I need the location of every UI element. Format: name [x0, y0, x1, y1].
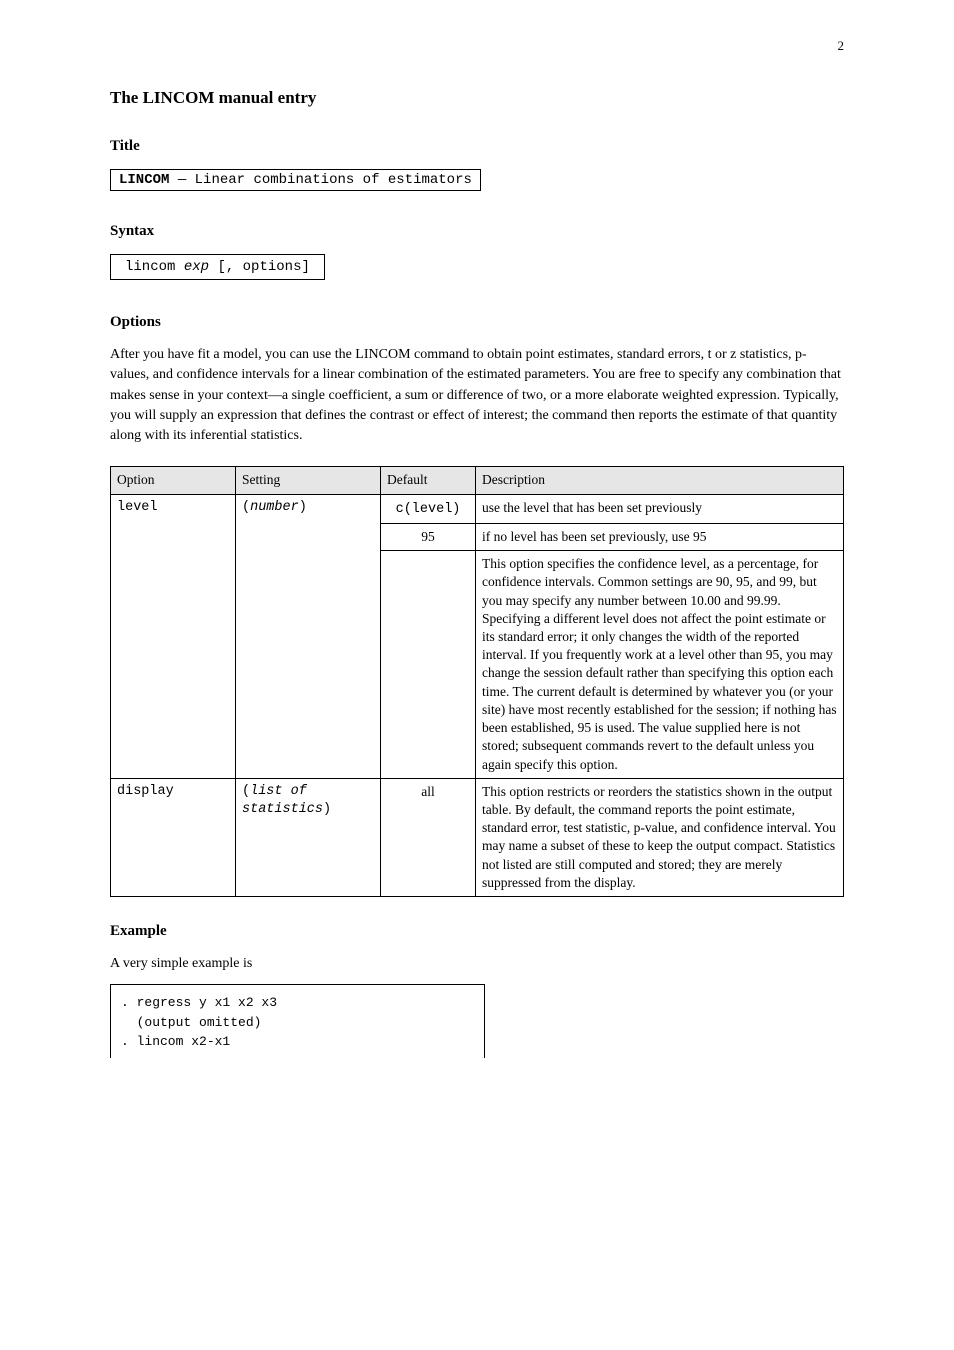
th-descr: Description — [476, 467, 844, 494]
cell-default — [381, 551, 476, 779]
title-box: LINCOM — Linear combinations of estimato… — [110, 169, 481, 191]
cell-descr: This option restricts or reorders the st… — [476, 778, 844, 896]
syntax-arg: exp — [184, 259, 209, 275]
syntax-opts: [, options] — [217, 259, 309, 275]
title-dash: — — [169, 172, 194, 188]
options-label: Options — [110, 314, 844, 331]
syntax-box: lincom exp [, options] — [110, 254, 325, 280]
cell-descr: if no level has been set previously, use… — [476, 523, 844, 550]
example-code-box: . regress y x1 x2 x3 (output omitted) . … — [110, 984, 485, 1058]
cell-descr: This option specifies the confidence lev… — [476, 551, 844, 779]
cell-default: all — [381, 778, 476, 896]
cell-descr: use the level that has been set previous… — [476, 494, 844, 523]
cell-default: c(level) — [381, 494, 476, 523]
th-default: Default — [381, 467, 476, 494]
title-label: Title — [110, 138, 844, 155]
table-header-row: Option Setting Default Description — [111, 467, 844, 494]
title-rest: Linear combinations of estimators — [195, 172, 472, 188]
table-row: level (number) c(level) use the level th… — [111, 494, 844, 523]
syntax-cmd: lincom — [125, 259, 175, 275]
example-intro: A very simple example is — [110, 954, 844, 974]
cell-setting: (list of statistics) — [236, 778, 381, 896]
cell-setting: (number) — [236, 494, 381, 778]
table-row: display (list of statistics) all This op… — [111, 778, 844, 896]
cell-option: level — [111, 494, 236, 778]
cell-option: display — [111, 778, 236, 896]
options-table: Option Setting Default Description level… — [110, 466, 844, 897]
section-heading: The LINCOM manual entry — [110, 88, 844, 108]
title-cmd: LINCOM — [119, 172, 169, 188]
intro-paragraph: After you have fit a model, you can use … — [110, 345, 844, 446]
page-number: 2 — [838, 38, 845, 54]
cell-default: 95 — [381, 523, 476, 550]
example-label: Example — [110, 923, 844, 940]
syntax-label: Syntax — [110, 223, 844, 240]
th-setting: Setting — [236, 467, 381, 494]
th-option: Option — [111, 467, 236, 494]
